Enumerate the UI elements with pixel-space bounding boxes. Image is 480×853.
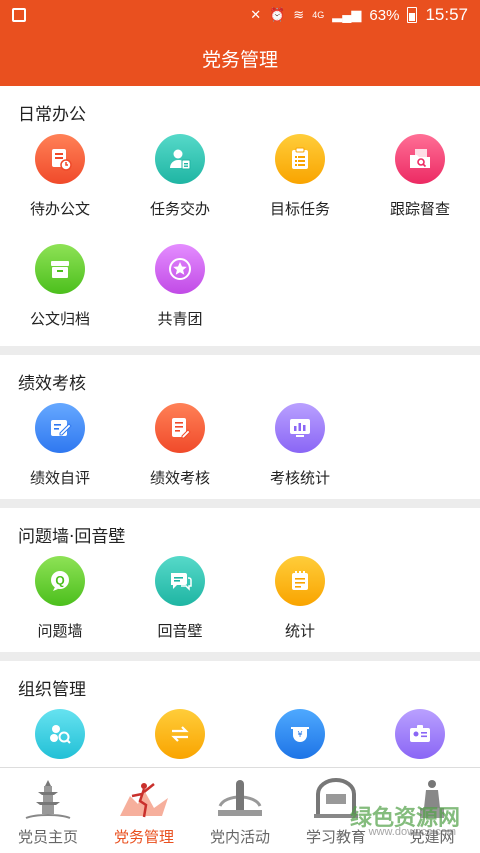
people-search-icon [35, 709, 85, 759]
section-organization: 组织管理 ¥ [0, 661, 480, 767]
dancer-icon [120, 783, 168, 818]
section-title: 组织管理 [18, 680, 86, 700]
mute-icon: ✕ [250, 7, 262, 22]
grid-item-label: 任务交办 [149, 200, 210, 218]
tab-party-activities[interactable]: 党内活动 [192, 768, 288, 853]
grid-item-label: 绩效自评 [29, 469, 90, 487]
tab-label: 党务管理 [113, 828, 174, 846]
archive-box-icon [35, 244, 85, 294]
grid-item-label: 绩效考核 [149, 469, 210, 487]
grid-item-label: 待办公文 [29, 200, 90, 218]
grid-item-task-assignment[interactable]: 任务交办 [120, 126, 240, 236]
page-title: 党务管理 [201, 48, 278, 71]
svg-text:¥: ¥ [297, 730, 302, 739]
folder-search-icon [395, 134, 445, 184]
star-badge-icon [155, 244, 205, 294]
clock: 15:57 [425, 5, 468, 24]
tab-label: 党员主页 [17, 828, 78, 846]
pagoda-icon [25, 780, 71, 819]
section-performance: 绩效考核 绩效自评 绩效考核 考核统计 [0, 355, 480, 499]
grid-item-org-3[interactable]: ¥ [240, 701, 360, 767]
battery-percent: 63% [369, 6, 400, 24]
grid-item-label: 问题墙 [37, 622, 83, 640]
tab-label: 党内活动 [209, 828, 270, 846]
grid-item-target-tasks[interactable]: 目标任务 [240, 126, 360, 236]
signal-icon: ▂▄▆ [332, 7, 362, 22]
grid-item-statistics[interactable]: 统计 [240, 548, 360, 652]
wallet-icon: ¥ [275, 709, 325, 759]
bar-chart-icon [275, 403, 325, 453]
monument-icon [218, 780, 262, 816]
section-title: 问题墙·回音壁 [18, 527, 126, 547]
document-clock-icon [35, 134, 85, 184]
grid-item-document-archive[interactable]: 公文归档 [0, 236, 120, 346]
tab-member-home[interactable]: 党员主页 [0, 768, 96, 853]
grid-item-youth-league[interactable]: 共青团 [120, 236, 240, 346]
tab-party-affairs[interactable]: 党务管理 [96, 768, 192, 853]
grid-item-pending-documents[interactable]: 待办公文 [0, 126, 120, 236]
grid-item-label: 公文归档 [29, 310, 90, 328]
grid-item-label: 跟踪督查 [389, 200, 450, 218]
battery-icon [407, 7, 418, 23]
question-bubble-icon: Q [35, 556, 85, 606]
grid-item-self-evaluation[interactable]: 绩效自评 [0, 395, 120, 499]
id-card-icon [395, 709, 445, 759]
alarm-icon: ⏰ [269, 7, 286, 22]
chat-bubble-icon [155, 556, 205, 606]
grid-item-org-2[interactable] [120, 701, 240, 767]
wifi-icon: ≋ [293, 7, 305, 22]
app-header: 党务管理 [0, 30, 480, 86]
clipboard-list-icon [275, 134, 325, 184]
grid-item-label: 目标任务 [269, 200, 330, 218]
grid-item-org-4[interactable] [360, 701, 480, 767]
svg-text:Q: Q [55, 574, 64, 588]
main-content[interactable]: 日常办公 待办公文 任务交办 目标任务 跟踪督查 公文归档 共青团 绩效考核 绩… [0, 86, 480, 767]
grid-item-question-wall[interactable]: Q 问题墙 [0, 548, 120, 652]
edit-note-icon [35, 403, 85, 453]
transfer-icon [155, 709, 205, 759]
grid-item-echo-wall[interactable]: 回音壁 [120, 548, 240, 652]
person-assign-icon [155, 134, 205, 184]
grid-item-label: 考核统计 [269, 469, 330, 487]
grid-item-label: 共青团 [157, 310, 203, 328]
grid-item-performance-assessment[interactable]: 绩效考核 [120, 395, 240, 499]
network-type: 4G [312, 10, 325, 20]
grid-item-tracking-supervision[interactable]: 跟踪督查 [360, 126, 480, 236]
document-edit-icon [155, 403, 205, 453]
section-title: 日常办公 [18, 105, 86, 125]
status-bar: ✕ ⏰ ≋ 4G ▂▄▆ 63% 15:57 [0, 0, 480, 30]
notepad-icon [275, 556, 325, 606]
grid-item-assessment-stats[interactable]: 考核统计 [240, 395, 360, 499]
grid-item-label: 统计 [284, 622, 315, 640]
watermark-url: www.downcc.com [368, 826, 456, 838]
section-title: 绩效考核 [18, 374, 86, 394]
grid-item-org-1[interactable] [0, 701, 120, 767]
section-daily-office: 日常办公 待办公文 任务交办 目标任务 跟踪督查 公文归档 共青团 [0, 86, 480, 346]
gallery-icon [12, 8, 26, 22]
grid-item-label: 回音壁 [157, 622, 203, 640]
section-question-wall: 问题墙·回音壁 Q 问题墙 回音壁 统计 [0, 508, 480, 652]
